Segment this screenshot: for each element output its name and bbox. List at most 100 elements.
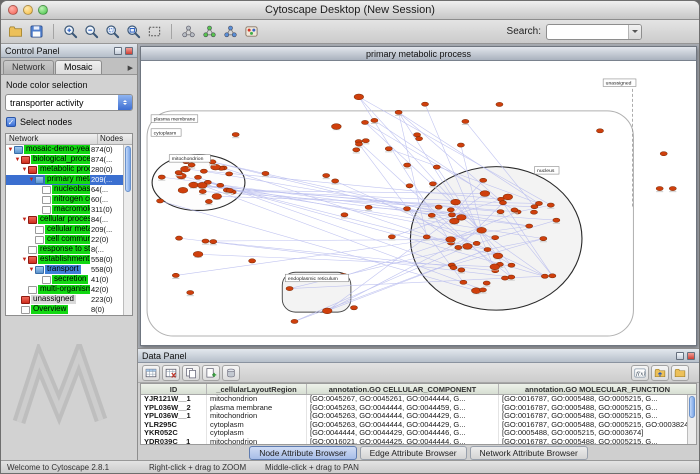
table-row[interactable]: YKR052Ccytoplasm[GO:0044444, GO:0044429,… <box>141 429 696 438</box>
close-window-button[interactable] <box>8 5 18 15</box>
color-attribute-dropdown[interactable]: transporter activity <box>5 94 133 111</box>
tree-row-cell-communica[interactable]: cell communica22(0) <box>6 235 123 245</box>
tree-row-mosaic-demo-yeast[interactable]: ▼mosaic-demo-yeast874(0) <box>6 145 123 155</box>
table-row[interactable]: YLR295Ccytoplasm[GO:0045263, GO:0044444,… <box>141 421 696 430</box>
hide-selected-icon[interactable] <box>179 22 198 41</box>
cell-function: [GO:0016787, GO:0005488, GO:0005215, G..… <box>499 412 696 421</box>
search-dropdown-icon[interactable] <box>628 25 641 39</box>
open-session-icon[interactable] <box>6 22 25 41</box>
new-attribute-icon[interactable] <box>202 365 220 381</box>
select-region-icon[interactable] <box>145 22 164 41</box>
tree-row-biological-process[interactable]: ▼biological_process874(... <box>6 155 123 165</box>
column-header[interactable]: annotation.GO MOLECULAR_FUNCTION <box>499 384 696 394</box>
zoom-window-button[interactable] <box>38 5 48 15</box>
window-titlebar[interactable]: Cytoscape Desktop (New Session) <box>1 1 699 20</box>
tree-row-cellular-process[interactable]: ▼cellular process84(... <box>6 215 123 225</box>
column-header[interactable]: _cellularLayoutRegion <box>207 384 307 394</box>
tab-network[interactable]: Network <box>3 60 54 74</box>
select-attributes-icon[interactable] <box>142 365 160 381</box>
column-header[interactable]: ID <box>141 384 207 394</box>
node-count: 280(0) <box>90 165 123 175</box>
svg-text:mitochondrion: mitochondrion <box>172 156 204 162</box>
zoom-fit-icon[interactable] <box>124 22 143 41</box>
close-panel-icon[interactable] <box>687 352 695 360</box>
tree-scrollbar[interactable] <box>123 145 132 315</box>
expand-arrow-icon[interactable]: ▼ <box>28 265 35 275</box>
tree-row-unassigned[interactable]: unassigned223(0) <box>6 295 123 305</box>
show-all-icon[interactable] <box>200 22 219 41</box>
formula-builder-icon[interactable]: f(x) <box>631 365 649 381</box>
tree-label: response to stimu <box>38 245 90 255</box>
network-frame-title[interactable]: primary metabolic process <box>141 47 696 61</box>
table-scrollbar[interactable] <box>687 395 696 444</box>
tree-scrollbar-thumb[interactable] <box>125 146 131 192</box>
cell-id: YDR039C__1 <box>141 438 207 444</box>
network-canvas[interactable]: plasma membranecytoplasmmitochondrionnuc… <box>141 61 696 345</box>
attribute-table: ID_cellularLayoutRegionannotation.GO CEL… <box>140 383 697 445</box>
tree-row-nitrogen-compo[interactable]: nitrogen compo60(... <box>6 195 123 205</box>
node-count: 874(0) <box>90 145 123 155</box>
close-panel-icon[interactable] <box>125 47 133 55</box>
tab-edge-attribute-browser[interactable]: Edge Attribute Browser <box>360 446 467 460</box>
tree-row-response-to-stimu[interactable]: response to stimu8(... <box>6 245 123 255</box>
float-panel-icon[interactable] <box>114 47 122 55</box>
expand-arrow-icon[interactable]: ▼ <box>21 255 28 265</box>
table-row[interactable]: YPL036W__2plasma membrane[GO:0045263, GO… <box>141 404 696 413</box>
main-area: Control Panel NetworkMosaic ▶ Node color… <box>1 44 699 460</box>
save-session-icon[interactable] <box>27 22 46 41</box>
tree-row-establishment-of-l[interactable]: ▼establishment of l558(0) <box>6 255 123 265</box>
node-count: 42(0) <box>90 285 123 295</box>
tree-row-overview[interactable]: Overview8(0) <box>6 305 123 315</box>
expand-arrow-icon[interactable]: ▼ <box>14 155 21 165</box>
tree-row-multi-organism-pro[interactable]: multi-organism pro42(0) <box>6 285 123 295</box>
tree-row-macromolecule[interactable]: macromolecule311(0) <box>6 205 123 215</box>
tree-label: biological_process <box>31 155 90 165</box>
tree-row-metabolic-process[interactable]: ▼metabolic process280(0) <box>6 165 123 175</box>
network-frame[interactable]: primary metabolic process plasma membran… <box>140 46 697 346</box>
tab-network-attribute-browser[interactable]: Network Attribute Browser <box>470 446 588 460</box>
tree-row-secretion[interactable]: secretion41(0) <box>6 275 123 285</box>
control-panel-tree: ▼mosaic-demo-yeast874(0)▼biological_proc… <box>6 145 123 315</box>
tree-column-nodes[interactable]: Nodes <box>98 134 132 144</box>
open-attribute-file-icon[interactable] <box>671 365 689 381</box>
tree-label: transport <box>45 265 90 275</box>
dropdown-arrows-icon <box>118 95 132 110</box>
vizmapper-icon[interactable] <box>242 22 261 41</box>
cell-id: YKR052C <box>141 429 207 438</box>
table-row[interactable]: YPL036W__1mitochondrion[GO:0045263, GO:0… <box>141 412 696 421</box>
select-nodes-checkbox[interactable]: ✓ <box>6 117 16 127</box>
table-scrollbar-thumb[interactable] <box>689 396 695 418</box>
svg-text:f(x): f(x) <box>635 370 646 377</box>
mosaic-logo <box>9 344 127 430</box>
search-input[interactable] <box>547 27 628 37</box>
expand-arrow-icon[interactable]: ▼ <box>7 145 14 155</box>
minimize-window-button[interactable] <box>23 5 33 15</box>
select-nodes-label: Select nodes <box>20 117 72 127</box>
table-row[interactable]: YDR039C__1mitochondrion[GO:0016021, GO:0… <box>141 438 696 444</box>
tree-row-primary-metabolic-process[interactable]: ▼primary metabolic process209(... <box>6 175 123 185</box>
tree-column-network[interactable]: Network <box>6 134 98 144</box>
expand-arrow-icon[interactable]: ▼ <box>21 215 28 225</box>
tab-node-attribute-browser[interactable]: Node Attribute Browser <box>249 446 356 460</box>
tab-scroll-right-icon[interactable]: ▶ <box>128 64 135 74</box>
toolbar-separator <box>53 24 54 39</box>
float-panel-icon[interactable] <box>676 352 684 360</box>
table-row[interactable]: YJR121W__1mitochondrion[GO:0045267, GO:0… <box>141 395 696 404</box>
unselect-attributes-icon[interactable] <box>162 365 180 381</box>
tree-row-nucleobase[interactable]: nucleobase64(... <box>6 185 123 195</box>
zoom-out-icon[interactable] <box>82 22 101 41</box>
delete-attribute-icon[interactable] <box>222 365 240 381</box>
zoom-in-icon[interactable] <box>61 22 80 41</box>
expand-arrow-icon[interactable]: ▼ <box>28 175 35 185</box>
copy-table-icon[interactable] <box>182 365 200 381</box>
new-network-from-selection-icon[interactable] <box>221 22 240 41</box>
network-canvas-wrap: plasma membranecytoplasmmitochondrionnuc… <box>141 61 696 345</box>
zoom-selected-icon[interactable] <box>103 22 122 41</box>
import-attributes-icon[interactable] <box>651 365 669 381</box>
tree-row-transport[interactable]: ▼transport558(0) <box>6 265 123 275</box>
tree-row-cellular-metabo[interactable]: cellular metabo209(... <box>6 225 123 235</box>
tab-mosaic[interactable]: Mosaic <box>55 60 102 74</box>
node-count: 209(... <box>90 225 123 235</box>
column-header[interactable]: annotation.GO CELLULAR_COMPONENT <box>307 384 499 394</box>
expand-arrow-icon[interactable]: ▼ <box>21 165 28 175</box>
